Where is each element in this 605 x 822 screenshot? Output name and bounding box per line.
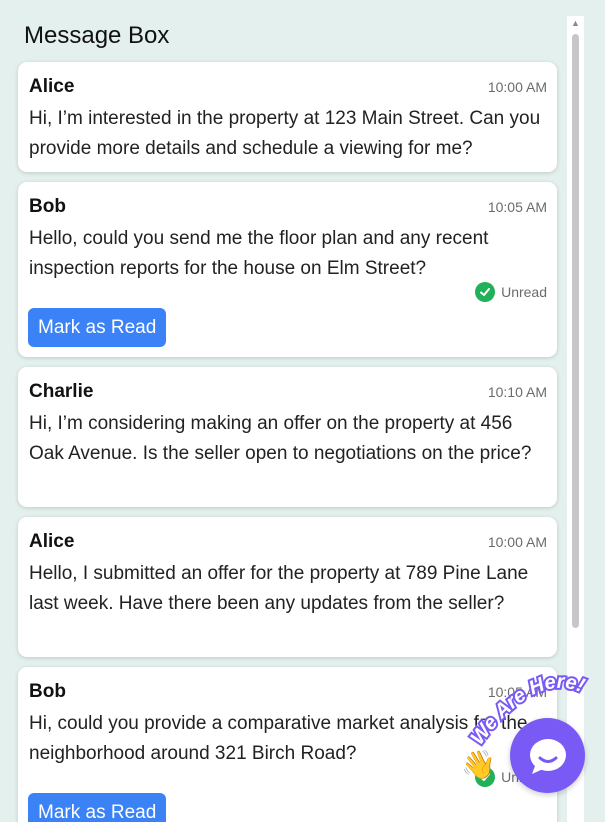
message-body: Hi, I’m considering making an offer on t… — [29, 413, 532, 464]
message-sender: Bob — [29, 681, 66, 702]
message-card[interactable]: Alice 10:00 AM Hi, I’m interested in the… — [18, 62, 557, 172]
message-sender: Bob — [29, 196, 66, 217]
message-time: 10:00 AM — [487, 79, 547, 95]
message-card[interactable]: Bob 10:05 AM Hello, could you send me th… — [18, 182, 557, 357]
message-sender: Alice — [29, 76, 75, 97]
message-body: Hello, could you send me the floor plan … — [29, 228, 489, 279]
message-time: 10:05 AM — [487, 199, 547, 215]
chat-widget-button[interactable] — [510, 718, 585, 793]
status-label: Unread — [501, 284, 547, 300]
mark-as-read-button[interactable]: Mark as Read — [28, 793, 167, 822]
message-card[interactable]: Charlie 10:10 AM Hi, I’m considering mak… — [18, 367, 557, 507]
chat-bubble-icon — [529, 738, 566, 774]
message-sender: Charlie — [29, 381, 94, 402]
check-circle-icon — [475, 282, 496, 302]
message-time: 10:10 AM — [487, 384, 547, 400]
mark-as-read-button[interactable]: Mark as Read — [28, 308, 167, 347]
message-box-page: Message Box Alice 10:00 AM Hi, I’m inter… — [0, 0, 605, 822]
page-title: Message Box — [24, 22, 170, 49]
message-body: Hi, I’m interested in the property at 12… — [29, 108, 541, 159]
message-sender: Alice — [29, 531, 75, 552]
message-time: 10:00 AM — [487, 534, 547, 550]
scroll-up-arrow-icon[interactable]: ▲ — [571, 18, 580, 28]
scrollbar-thumb[interactable] — [572, 34, 579, 628]
unread-status: Unread — [475, 282, 547, 302]
message-card[interactable]: Alice 10:00 AM Hello, I submitted an off… — [18, 517, 557, 657]
waving-hand-icon: 👋 — [461, 749, 496, 780]
message-body: Hello, I submitted an offer for the prop… — [29, 563, 529, 614]
